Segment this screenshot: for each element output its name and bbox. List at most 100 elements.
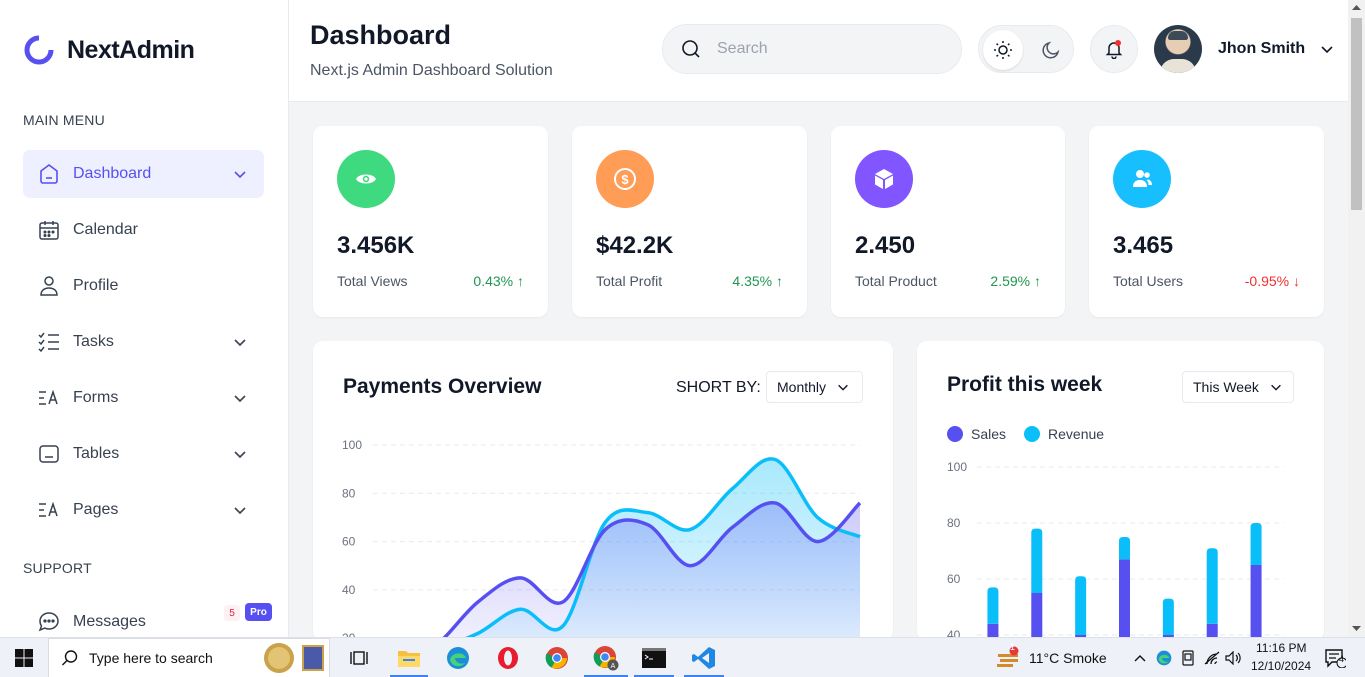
file-explorer-button[interactable] — [395, 644, 423, 672]
stat-label: Total Product — [855, 273, 937, 289]
search-box[interactable] — [662, 24, 962, 74]
folder-icon — [398, 651, 420, 667]
arrow-up-icon: ↑ — [776, 273, 783, 289]
sidebar-item-label: Forms — [73, 389, 119, 406]
chevron-down-icon — [234, 395, 246, 403]
weather-icon — [997, 646, 1019, 667]
search-highlight-icon — [264, 643, 324, 673]
sidebar-item-label: Calendar — [73, 221, 138, 238]
logo[interactable]: NextAdmin — [23, 34, 195, 66]
support-label: SUPPORT — [23, 560, 92, 576]
bar-sales — [1250, 565, 1262, 641]
stat-value: 2.450 — [855, 232, 916, 259]
dark-mode-button[interactable] — [1031, 30, 1071, 70]
stat-card-product: 2.450 Total Product 2.59% ↑ — [831, 126, 1065, 317]
chat-icon — [37, 610, 61, 634]
chrome-icon — [545, 647, 568, 669]
sidebar-item-forms[interactable]: Forms — [23, 374, 264, 422]
arrow-up-icon: ↑ — [517, 273, 524, 289]
sidebar-item-label: Pages — [73, 501, 119, 518]
page-scrollbar[interactable] — [1348, 0, 1365, 637]
user-menu[interactable]: Jhon Smith — [1154, 25, 1335, 73]
stat-change: 4.35% ↑ — [732, 273, 783, 289]
task-view-button[interactable] — [345, 644, 373, 672]
bar-revenue — [987, 587, 999, 624]
notification-center-button[interactable]: 4 — [1321, 644, 1349, 672]
windows-logo-icon — [15, 649, 33, 667]
chrome-button[interactable] — [543, 644, 571, 672]
opera-icon — [498, 647, 518, 669]
y-tick-label: 60 — [947, 572, 961, 586]
bar-revenue — [1162, 598, 1174, 635]
vscode-icon — [692, 647, 715, 669]
stat-label: Total Users — [1113, 273, 1184, 289]
edge-button[interactable] — [444, 644, 472, 672]
chrome-profile-button[interactable]: A — [592, 644, 620, 672]
profit-week-card: Profit this week This Week Sales Revenue… — [917, 341, 1324, 641]
stat-change-value: 4.35% — [732, 273, 773, 289]
scroll-thumb[interactable] — [1351, 18, 1362, 210]
stat-label: Total Profit — [596, 273, 663, 289]
y-tick-label: 100 — [947, 460, 967, 474]
vscode-button[interactable] — [690, 644, 718, 672]
arrow-down-icon: ↓ — [1293, 273, 1300, 289]
windows-start-button[interactable] — [10, 644, 38, 672]
page-title: Dashboard — [310, 20, 452, 50]
sidebar-item-tables[interactable]: Tables — [23, 430, 264, 478]
notifications-button[interactable] — [1090, 25, 1138, 73]
arrow-up-icon: ↑ — [1034, 273, 1041, 289]
stat-icon-bg — [337, 150, 395, 208]
stat-card-profit: $ $42.2K Total Profit 4.35% ↑ — [572, 126, 807, 317]
stat-icon-bg — [1113, 150, 1171, 208]
clock-time[interactable]: 11:16 PM — [1256, 641, 1306, 655]
search-input[interactable] — [717, 40, 937, 58]
y-tick-label: 60 — [342, 535, 356, 549]
sidebar-item-profile[interactable]: Profile — [23, 262, 264, 310]
scroll-down-arrow-icon[interactable] — [1352, 624, 1361, 632]
search-icon — [682, 40, 700, 58]
message-count-badge: 5 — [224, 605, 240, 621]
bar-revenue — [1206, 548, 1218, 624]
weather-badge: 1 — [1010, 642, 1016, 652]
stat-change-value: 0.43% — [473, 273, 514, 289]
sun-icon — [994, 41, 1012, 59]
chevron-down-icon — [234, 507, 246, 515]
tray-volume-button[interactable] — [1220, 644, 1248, 672]
bar-sales — [1031, 593, 1043, 641]
main-menu-label: MAIN MENU — [23, 112, 105, 128]
profit-chart: 100806040 — [947, 460, 1284, 641]
page-subtitle: Next.js Admin Dashboard Solution — [310, 62, 553, 79]
header: Dashboard Next.js Admin Dashboard Soluti… — [289, 0, 1348, 102]
sidebar-item-messages[interactable]: Messages 5 Pro — [23, 598, 272, 637]
taskbar-search[interactable]: Type here to search — [48, 638, 330, 677]
stat-change: 0.43% ↑ — [473, 273, 524, 289]
sidebar-item-dashboard[interactable]: Dashboard — [23, 150, 264, 198]
stat-card-views: 3.456K Total Views 0.43% ↑ — [313, 126, 548, 317]
sidebar-item-calendar[interactable]: Calendar — [23, 206, 264, 254]
svg-text:$: $ — [621, 172, 629, 187]
edge-icon — [447, 647, 469, 669]
logo-icon — [24, 35, 54, 65]
volume-icon — [1225, 651, 1241, 665]
sidebar-item-tasks[interactable]: Tasks — [23, 318, 264, 366]
stat-change: -0.95% ↓ — [1245, 273, 1300, 289]
payments-chart: 10080604020 — [342, 438, 862, 641]
weather-widget[interactable]: 1 — [996, 642, 1020, 673]
sidebar-item-pages[interactable]: Pages — [23, 486, 264, 534]
pages-icon — [37, 498, 61, 522]
theme-toggle[interactable] — [978, 25, 1074, 73]
bar-revenue — [1119, 537, 1130, 560]
terminal-button[interactable] — [640, 644, 668, 672]
y-tick-label: 80 — [947, 516, 961, 530]
opera-button[interactable] — [494, 644, 522, 672]
sidebar-item-label: Messages — [73, 613, 146, 630]
scroll-up-arrow-icon[interactable] — [1352, 4, 1361, 12]
clock-date[interactable]: 12/10/2024 — [1251, 659, 1311, 673]
forms-icon — [37, 386, 61, 410]
calendar-icon — [37, 218, 61, 242]
user-name: Jhon Smith — [1218, 40, 1306, 57]
table-icon — [37, 442, 61, 466]
pro-badge: Pro — [245, 603, 272, 621]
light-mode-button[interactable] — [983, 30, 1023, 70]
sidebar-item-label: Tasks — [73, 333, 114, 350]
